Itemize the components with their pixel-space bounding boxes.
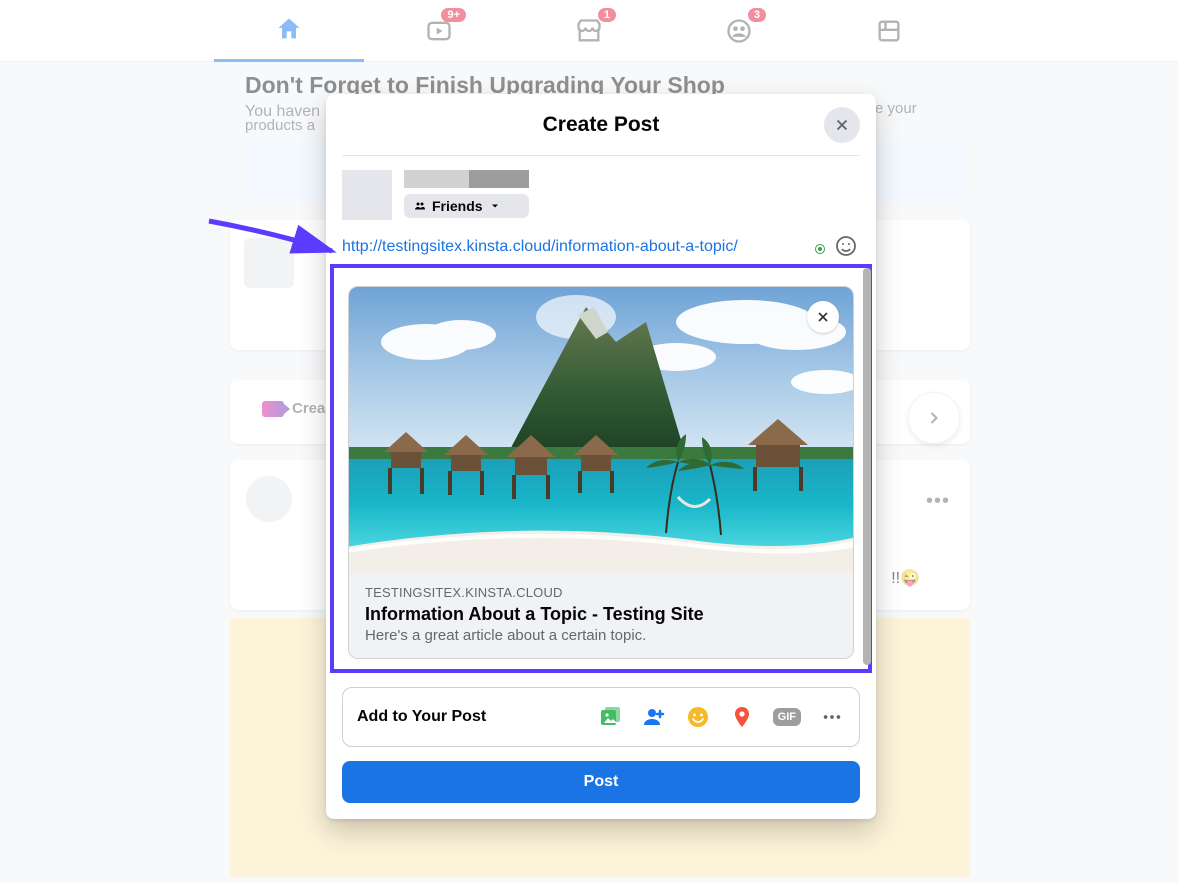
modal-header: Create Post [342,94,860,156]
add-to-post-icons: GIF [597,704,845,730]
photo-icon [598,705,622,729]
status-dot [816,245,824,253]
feeling-icon [686,705,710,729]
audience-selector[interactable]: Friends [404,194,529,218]
modal-title: Create Post [543,113,660,137]
tag-person-icon [642,705,666,729]
remove-preview-button[interactable] [807,301,839,333]
friends-icon [414,200,426,212]
author-name-placeholder [404,170,529,188]
location-icon [730,705,754,729]
annotation-arrow [204,213,354,278]
post-button[interactable]: Post [342,761,860,803]
close-icon [833,116,851,134]
preview-image [349,287,853,573]
preview-domain: TESTINGSITEX.KINSTA.CLOUD [365,585,837,600]
close-button[interactable] [824,107,860,143]
close-icon [815,309,831,325]
audience-label: Friends [432,198,483,214]
preview-title: Information About a Topic - Testing Site [365,604,837,625]
emoji-picker-button[interactable] [834,234,858,263]
checkin-button[interactable] [729,704,755,730]
scrollbar[interactable] [863,268,871,665]
add-to-post-label: Add to Your Post [357,708,486,726]
link-preview-card[interactable]: TESTINGSITEX.KINSTA.CLOUD Information Ab… [348,286,854,659]
photo-video-button[interactable] [597,704,623,730]
create-post-modal: Create Post Friends http://testingsitex.… [326,94,876,819]
scrollbar-thumb[interactable] [863,268,871,665]
preview-meta: TESTINGSITEX.KINSTA.CLOUD Information Ab… [349,573,853,658]
preview-description: Here's a great article about a certain t… [365,627,837,644]
add-to-post-row: Add to Your Post GIF [342,687,860,747]
more-options-button[interactable] [819,704,845,730]
author-row: Friends [326,156,876,224]
tag-people-button[interactable] [641,704,667,730]
pasted-link[interactable]: http://testingsitex.kinsta.cloud/informa… [342,238,738,255]
smiley-icon [834,234,858,258]
caret-down-icon [489,200,501,212]
link-preview-highlight: TESTINGSITEX.KINSTA.CLOUD Information Ab… [330,264,872,673]
gif-button[interactable]: GIF [773,708,801,726]
compose-area[interactable]: http://testingsitex.kinsta.cloud/informa… [326,224,876,260]
feeling-button[interactable] [685,704,711,730]
more-icon [821,706,843,728]
